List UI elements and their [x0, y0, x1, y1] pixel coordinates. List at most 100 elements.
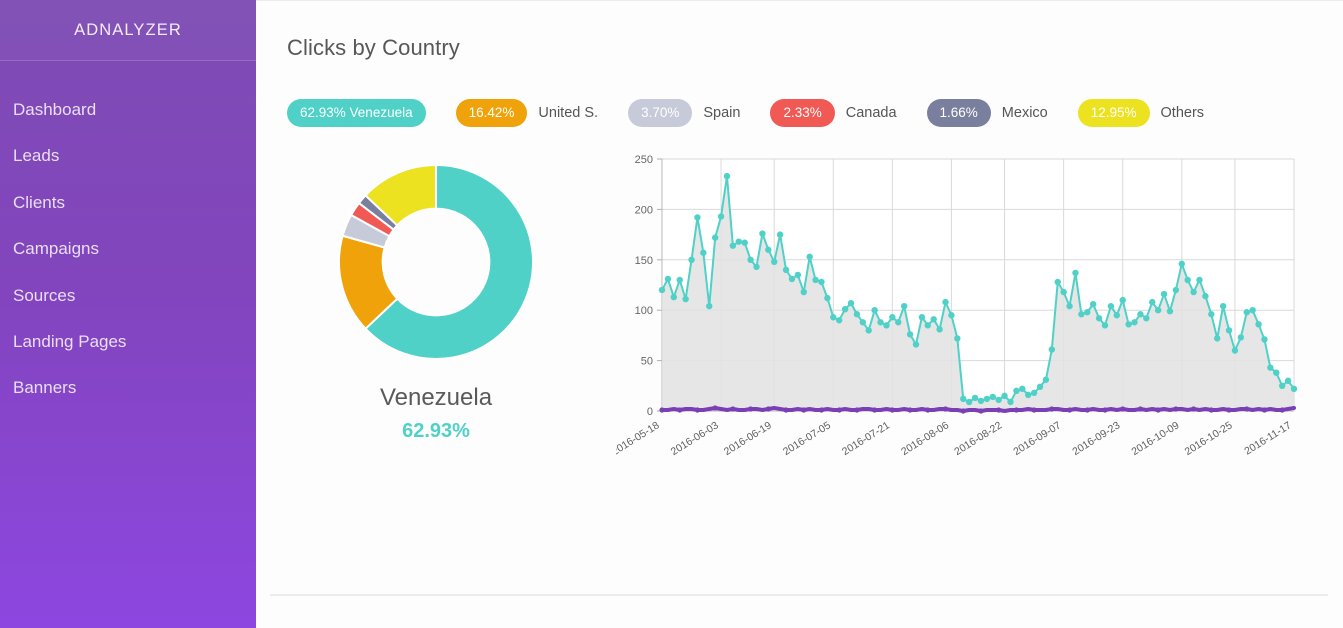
series-marker-venezuela[interactable]: [670, 293, 678, 300]
series-marker-venezuela[interactable]: [942, 298, 949, 305]
series-marker-venezuela[interactable]: [818, 278, 825, 285]
series-marker-venezuela[interactable]: [1231, 346, 1239, 354]
series-marker-others[interactable]: [1066, 406, 1073, 413]
series-marker-others[interactable]: [978, 407, 984, 414]
series-marker-venezuela[interactable]: [877, 318, 884, 325]
series-marker-venezuela[interactable]: [1178, 260, 1185, 267]
series-marker-venezuela[interactable]: [824, 294, 831, 301]
series-marker-others[interactable]: [1013, 406, 1019, 413]
series-marker-venezuela[interactable]: [1119, 296, 1126, 303]
series-marker-venezuela[interactable]: [794, 271, 802, 278]
series-marker-venezuela[interactable]: [747, 256, 754, 263]
series-marker-others[interactable]: [1031, 406, 1037, 413]
series-marker-venezuela[interactable]: [1208, 310, 1215, 317]
sidebar-item-banners[interactable]: Banners: [0, 365, 256, 411]
series-marker-venezuela[interactable]: [1084, 308, 1091, 315]
donut-chart[interactable]: [286, 157, 586, 372]
series-marker-venezuela[interactable]: [806, 253, 813, 260]
series-marker-venezuela[interactable]: [1143, 314, 1150, 321]
series-marker-venezuela[interactable]: [1290, 385, 1298, 392]
series-marker-venezuela[interactable]: [906, 330, 914, 338]
series-marker-venezuela[interactable]: [1149, 298, 1156, 305]
series-marker-venezuela[interactable]: [895, 318, 902, 325]
series-marker-venezuela[interactable]: [776, 230, 784, 238]
series-marker-others[interactable]: [942, 405, 949, 412]
series-marker-venezuela[interactable]: [729, 241, 737, 249]
series-marker-others[interactable]: [747, 405, 754, 412]
series-marker-venezuela[interactable]: [1001, 392, 1008, 399]
series-marker-venezuela[interactable]: [788, 275, 796, 282]
series-marker-venezuela[interactable]: [1214, 334, 1221, 342]
series-marker-venezuela[interactable]: [1202, 292, 1209, 299]
series-marker-venezuela[interactable]: [1060, 288, 1067, 295]
legend-item-mexico[interactable]: 1.66% Mexico: [926, 99, 1048, 127]
series-marker-venezuela[interactable]: [859, 318, 867, 325]
series-marker-venezuela[interactable]: [1267, 363, 1274, 371]
series-marker-others[interactable]: [1208, 406, 1214, 413]
series-marker-venezuela[interactable]: [847, 299, 855, 306]
series-marker-venezuela[interactable]: [706, 302, 713, 309]
series-marker-venezuela[interactable]: [971, 394, 979, 401]
series-marker-venezuela[interactable]: [735, 237, 742, 245]
legend-item-venezuela[interactable]: 62.93% Venezuela: [287, 99, 426, 127]
series-marker-others[interactable]: [1173, 405, 1179, 412]
series-marker-others[interactable]: [694, 406, 701, 413]
series-marker-venezuela[interactable]: [1101, 321, 1109, 329]
series-marker-venezuela[interactable]: [1237, 333, 1245, 341]
series-marker-others[interactable]: [889, 406, 895, 413]
series-marker-venezuela[interactable]: [1184, 276, 1191, 283]
sidebar-item-leads[interactable]: Leads: [0, 133, 256, 179]
series-marker-others[interactable]: [801, 406, 807, 413]
series-marker-venezuela[interactable]: [1190, 288, 1197, 295]
series-marker-venezuela[interactable]: [1042, 376, 1050, 383]
series-marker-others[interactable]: [925, 406, 931, 413]
series-marker-others[interactable]: [836, 406, 842, 413]
series-marker-venezuela[interactable]: [658, 286, 666, 293]
series-marker-venezuela[interactable]: [871, 306, 878, 313]
series-marker-others[interactable]: [730, 405, 736, 412]
series-marker-others[interactable]: [1226, 406, 1232, 413]
series-marker-venezuela[interactable]: [1166, 307, 1174, 314]
series-marker-venezuela[interactable]: [1255, 320, 1262, 328]
series-marker-venezuela[interactable]: [995, 396, 1002, 403]
series-marker-venezuela[interactable]: [1030, 389, 1038, 396]
series-marker-venezuela[interactable]: [700, 249, 707, 256]
series-marker-others[interactable]: [712, 404, 718, 411]
series-marker-venezuela[interactable]: [853, 310, 861, 317]
series-marker-venezuela[interactable]: [965, 398, 973, 405]
series-marker-venezuela[interactable]: [688, 256, 695, 263]
series-marker-others[interactable]: [1261, 406, 1268, 413]
series-marker-others[interactable]: [1049, 405, 1055, 412]
series-marker-venezuela[interactable]: [883, 321, 890, 329]
series-marker-venezuela[interactable]: [835, 316, 843, 323]
series-marker-venezuela[interactable]: [1095, 314, 1103, 321]
series-marker-others[interactable]: [1102, 406, 1108, 413]
series-marker-venezuela[interactable]: [841, 305, 849, 312]
series-marker-venezuela[interactable]: [1172, 286, 1180, 293]
series-marker-others[interactable]: [996, 406, 1002, 413]
series-marker-venezuela[interactable]: [723, 172, 731, 179]
series-marker-others[interactable]: [1155, 406, 1161, 413]
series-marker-venezuela[interactable]: [865, 326, 872, 334]
legend-item-canada[interactable]: 2.33% Canada: [770, 99, 897, 127]
series-marker-venezuela[interactable]: [954, 334, 961, 342]
series-marker-venezuela[interactable]: [924, 321, 931, 329]
series-marker-venezuela[interactable]: [1054, 278, 1061, 285]
series-marker-venezuela[interactable]: [664, 275, 672, 282]
series-marker-venezuela[interactable]: [936, 325, 943, 333]
legend-item-united-s[interactable]: 16.42% United S.: [455, 99, 598, 127]
series-marker-venezuela[interactable]: [1273, 368, 1280, 376]
series-marker-venezuela[interactable]: [989, 393, 996, 400]
series-marker-others[interactable]: [960, 407, 966, 414]
sidebar-item-sources[interactable]: Sources: [0, 273, 256, 319]
series-marker-venezuela[interactable]: [912, 340, 920, 348]
series-marker-others[interactable]: [1190, 405, 1197, 412]
series-marker-venezuela[interactable]: [1078, 310, 1085, 317]
series-marker-venezuela[interactable]: [682, 295, 689, 302]
series-marker-venezuela[interactable]: [1196, 276, 1203, 283]
series-marker-venezuela[interactable]: [1284, 377, 1292, 384]
series-marker-venezuela[interactable]: [1048, 345, 1056, 353]
series-marker-venezuela[interactable]: [1278, 382, 1286, 389]
series-marker-venezuela[interactable]: [1219, 302, 1227, 309]
series-marker-others[interactable]: [907, 406, 913, 413]
